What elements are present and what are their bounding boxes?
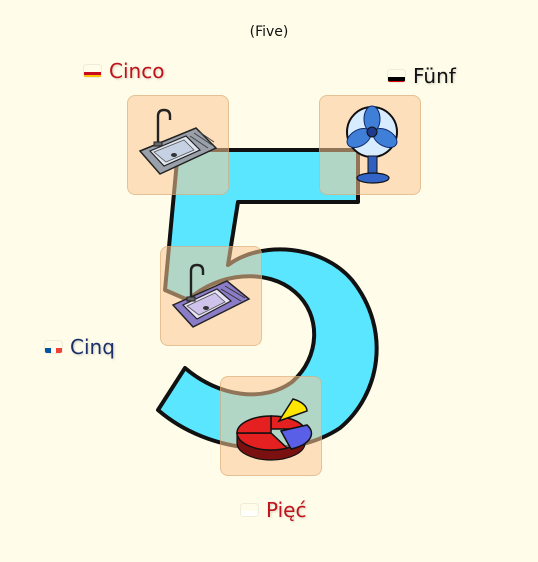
kitchen-sink-icon	[171, 263, 251, 328]
germany-flag-icon	[388, 70, 405, 82]
word-spanish: Cinco	[84, 59, 164, 83]
word-german: Fünf	[388, 64, 456, 88]
france-flag-icon	[45, 341, 62, 353]
poland-flag-icon	[241, 504, 258, 516]
word-french-label: Cinq	[70, 335, 115, 359]
digit-five	[156, 148, 379, 451]
counting-tile	[220, 376, 322, 476]
word-german-label: Fünf	[413, 64, 456, 88]
spain-flag-icon	[84, 65, 101, 77]
word-polish-label: Pięć	[266, 498, 307, 522]
word-spanish-label: Cinco	[109, 59, 165, 83]
counting-tile	[127, 95, 229, 195]
counting-tile	[319, 95, 421, 195]
pie-chart-icon	[236, 398, 313, 461]
electric-fan-icon	[346, 105, 398, 184]
counting-tile	[160, 246, 262, 346]
subtitle: (Five)	[249, 24, 289, 40]
kitchen-sink-icon	[138, 108, 218, 175]
word-french: Cinq	[45, 335, 115, 359]
word-polish: Pięć	[241, 498, 306, 522]
